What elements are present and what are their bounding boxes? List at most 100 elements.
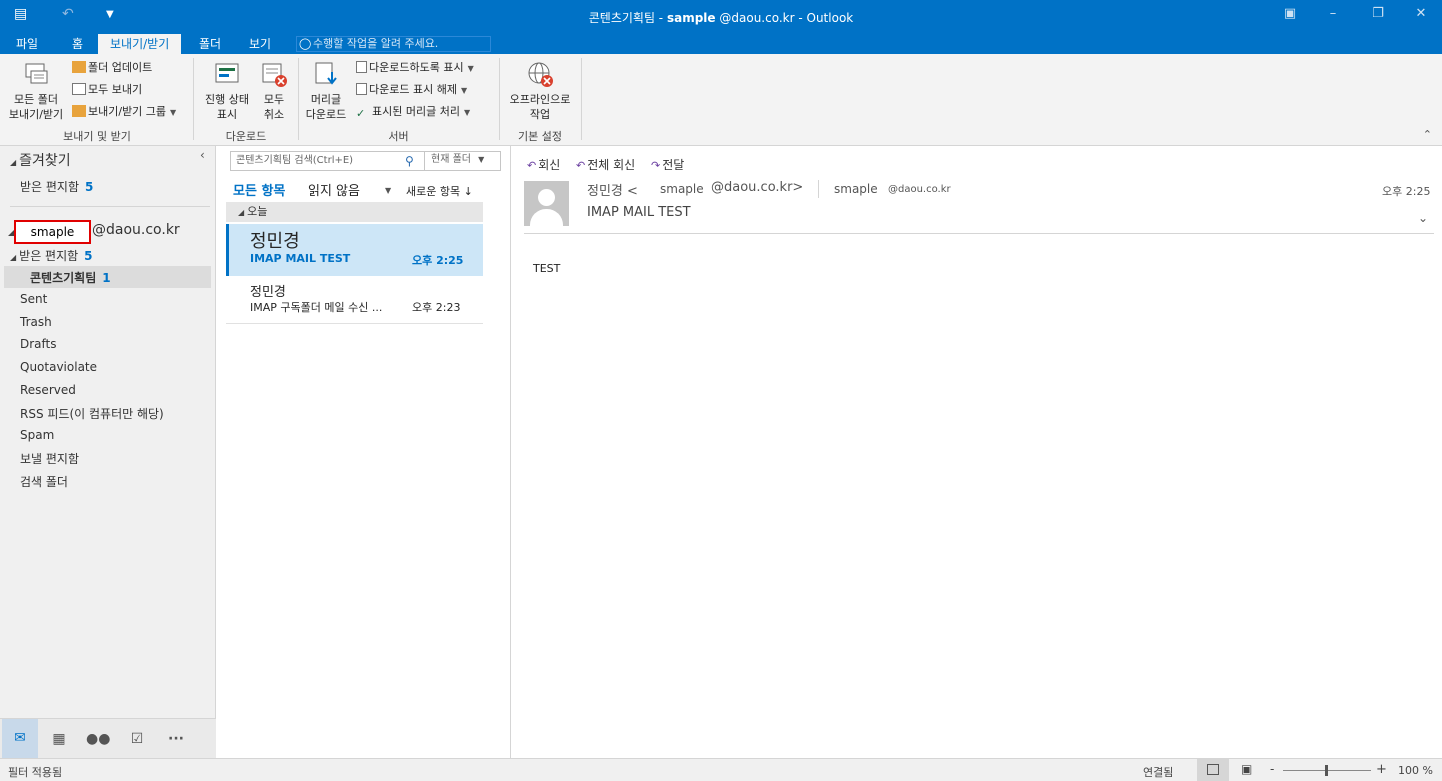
mail-icon[interactable]: ✉: [2, 719, 38, 759]
zoom-level[interactable]: 100 %: [1398, 764, 1433, 777]
mark-to-download-button[interactable]: 다운로드하도록 표시 ▼: [356, 58, 474, 78]
folder-update-icon: [72, 61, 86, 73]
ribbon-display-options-icon[interactable]: ▣: [1280, 6, 1300, 21]
group-label-download: 다운로드: [225, 130, 267, 143]
ribbon-tabs: 파일 홈 보내기/받기 폴더 보기 ◯ 수행할 작업을 알려 주세요.: [0, 34, 1442, 54]
chevron-down-icon: ▼: [170, 108, 177, 117]
globe-offline-icon: [526, 60, 554, 88]
collapse-pane-icon[interactable]: ‹: [200, 148, 205, 162]
sender-name[interactable]: 정민경 <: [587, 180, 638, 199]
folder-content-planning-team[interactable]: 콘텐츠기획팀 1: [30, 269, 111, 286]
sender-avatar: [524, 181, 569, 226]
restore-icon[interactable]: ❐: [1368, 6, 1388, 21]
received-time: 오후 2:25: [1382, 185, 1431, 198]
reading-view-icon[interactable]: ▣: [1241, 762, 1252, 776]
folder-sent[interactable]: Sent: [20, 292, 47, 306]
ribbon-divider: [298, 58, 299, 140]
expand-triangle-icon: ◢: [10, 158, 17, 167]
tell-me-search[interactable]: ◯ 수행할 작업을 알려 주세요.: [296, 36, 491, 52]
expand-header-chevron-icon[interactable]: ⌄: [1418, 211, 1428, 225]
lightbulb-icon: ◯: [299, 37, 312, 50]
tasks-icon[interactable]: ☑: [125, 731, 149, 749]
filter-all[interactable]: 모든 항목: [233, 180, 285, 199]
download-headers-icon: [312, 60, 340, 88]
group-label-send-receive: 보내기 및 받기: [63, 130, 131, 143]
folder-reserved[interactable]: Reserved: [20, 383, 76, 397]
account-inbox[interactable]: ◢ 받은 편지함 5: [10, 247, 93, 264]
collapse-ribbon-icon[interactable]: ⌃: [1423, 128, 1432, 141]
zoom-slider-thumb[interactable]: [1325, 765, 1328, 776]
process-marked-headers-button[interactable]: ✓ 표시된 머리글 처리 ▼: [356, 102, 470, 122]
message-item[interactable]: 정민경 IMAP 구독폴더 메일 수신 ... 오후 2:23: [226, 278, 483, 322]
ribbon: 모든 폴더 보내기/받기 폴더 업데이트 모두 보내기 보내기/받기 그룹 ▼ 보…: [0, 54, 1442, 146]
chevron-down-icon: ▼: [467, 64, 474, 73]
group-label-preferences: 기본 설정: [518, 130, 562, 143]
tab-folder[interactable]: 폴더: [197, 34, 223, 54]
chevron-down-icon: ▼: [460, 86, 468, 95]
title-bar: ▤ ↶ ▼ 콘텐츠기획팀 - sample @daou.co.kr - Outl…: [0, 0, 1442, 34]
tab-file[interactable]: 파일: [14, 34, 40, 54]
tab-send-receive[interactable]: 보내기/받기: [98, 34, 182, 54]
search-icon[interactable]: ⚲: [405, 152, 414, 170]
tab-home[interactable]: 홈: [70, 34, 85, 54]
zoom-in-button[interactable]: +: [1376, 762, 1387, 777]
chevron-down-icon: ▼: [478, 155, 485, 164]
update-folder-button[interactable]: 폴더 업데이트: [72, 58, 152, 78]
send-receive-all-folders-button[interactable]: 모든 폴더 보내기/받기: [4, 60, 68, 122]
reply-button[interactable]: ↶ 회신: [527, 156, 560, 173]
folder-rss-feeds[interactable]: RSS 피드(이 컴퓨터만 해당): [20, 405, 164, 422]
folder-search-folders[interactable]: 검색 폴더: [20, 473, 68, 490]
sort-order[interactable]: 새로운 항목 ↓: [406, 183, 473, 199]
unmark-download-button[interactable]: 다운로드 표시 해제 ▼: [356, 80, 467, 100]
search-input[interactable]: 콘텐츠기획팀 검색(Ctrl+E) ⚲ 현재 폴더 ▼: [230, 151, 501, 171]
progress-icon: [213, 60, 241, 88]
group-label-server: 서버: [388, 130, 409, 143]
favorites-inbox[interactable]: 받은 편지함 5: [20, 178, 93, 195]
list-divider: [226, 323, 483, 324]
group-header-today[interactable]: ◢ 오늘: [226, 202, 483, 222]
folder-outbox[interactable]: 보낼 편지함: [20, 450, 79, 467]
window-title: 콘텐츠기획팀 - sample @daou.co.kr - Outlook: [588, 11, 854, 25]
expand-triangle-icon: ◢: [10, 253, 17, 262]
folder-spam[interactable]: Spam: [20, 428, 54, 442]
reply-all-button[interactable]: ↶ 전체 회신: [576, 156, 635, 173]
search-scope-dropdown[interactable]: 현재 폴더 ▼: [424, 151, 502, 171]
connection-status: 연결됨: [1143, 766, 1174, 779]
tab-view[interactable]: 보기: [247, 34, 273, 54]
zoom-out-button[interactable]: -: [1270, 762, 1274, 776]
work-offline-button[interactable]: 오프라인으로 작업: [504, 60, 576, 122]
filter-chevron-down-icon[interactable]: ▼: [385, 186, 391, 195]
account-name-highlight[interactable]: smaple: [14, 220, 91, 244]
cancel-all-button[interactable]: 모두 취소: [256, 60, 292, 122]
forward-button[interactable]: ↷ 전달: [651, 156, 684, 173]
reading-pane: ↶ 회신 ↶ 전체 회신 ↷ 전달 정민경 < smaple @daou.co.kr>…: [512, 146, 1442, 758]
calendar-icon[interactable]: ▦: [47, 731, 71, 749]
folder-trash[interactable]: Trash: [20, 315, 52, 329]
people-icon[interactable]: ●●: [86, 731, 110, 749]
reply-icon: ↶: [527, 159, 537, 172]
message-subject: IMAP MAIL TEST: [587, 205, 691, 220]
navigation-bar: ✉ ▦ ●● ☑ ···: [0, 718, 216, 759]
pane-divider: [10, 206, 210, 207]
folder-quotaviolate[interactable]: Quotaviolate: [20, 360, 97, 374]
cancel-all-icon: [260, 60, 288, 88]
show-progress-button[interactable]: 진행 상태 표시: [198, 60, 256, 122]
unmark-download-icon: [356, 83, 367, 95]
message-item[interactable]: 정민경 IMAP MAIL TEST 오후 2:25: [226, 224, 483, 276]
send-receive-groups-button[interactable]: 보내기/받기 그룹 ▼: [72, 102, 176, 122]
normal-view-icon: [1207, 764, 1219, 775]
download-headers-button[interactable]: 머리글 다운로드: [302, 60, 350, 122]
minimize-icon[interactable]: –: [1323, 6, 1343, 21]
recipient-user[interactable]: smaple: [834, 182, 878, 196]
sender-user: smaple: [660, 182, 704, 196]
favorites-header[interactable]: ◢ 즐겨찾기: [10, 150, 71, 170]
ribbon-divider: [581, 58, 582, 140]
mark-download-icon: [356, 61, 367, 73]
forward-icon: ↷: [651, 159, 661, 172]
header-divider: [818, 180, 819, 198]
send-all-button[interactable]: 모두 보내기: [72, 80, 142, 100]
filter-unread[interactable]: 읽지 않음: [308, 180, 360, 199]
close-icon[interactable]: ✕: [1411, 6, 1431, 21]
folder-drafts[interactable]: Drafts: [20, 337, 57, 351]
more-icon[interactable]: ···: [164, 731, 188, 749]
